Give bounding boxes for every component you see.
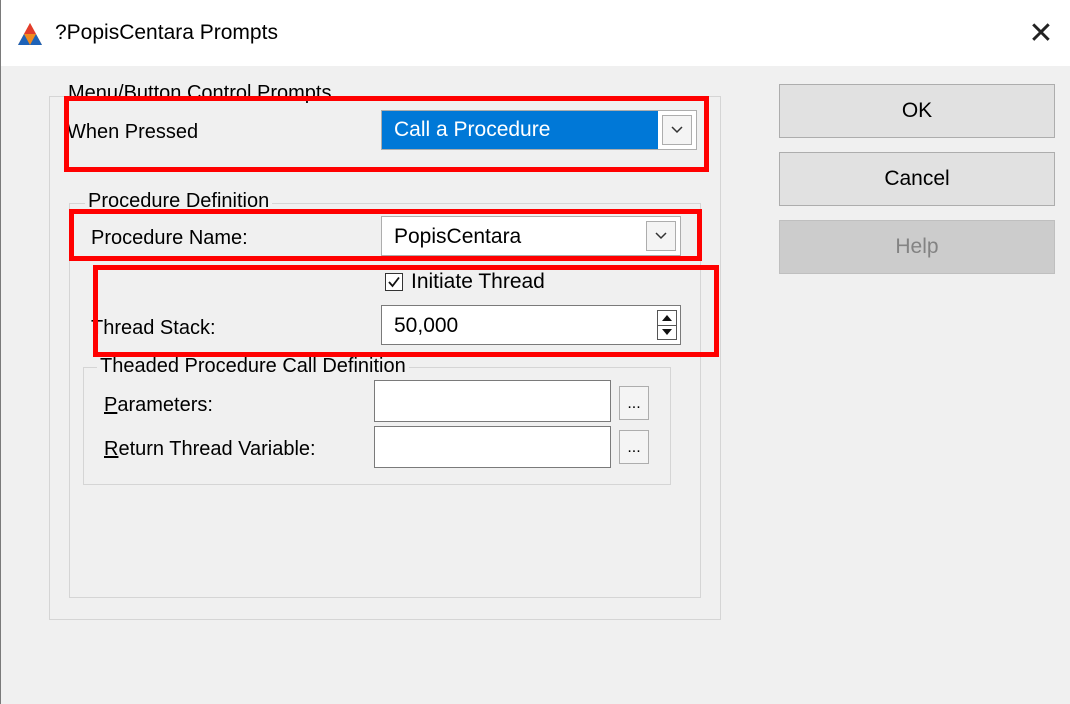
parameters-label: Parameters: <box>104 393 213 417</box>
ok-button-label: OK <box>901 99 933 122</box>
chevron-down-icon[interactable] <box>662 115 692 145</box>
procedure-name-dropdown[interactable]: PopisCentara <box>381 216 681 256</box>
close-icon: ✕ <box>1028 16 1054 50</box>
when-pressed-value: Call a Procedure <box>382 111 658 149</box>
cancel-button-label: Cancel <box>884 167 950 190</box>
procedure-definition-legend: Procedure Definition <box>85 191 273 211</box>
checkmark-icon[interactable] <box>385 273 403 291</box>
help-button[interactable]: Help <box>779 220 1055 274</box>
title-bar: ?PopisCentara Prompts ✕ <box>1 0 1070 66</box>
parameters-browse-button[interactable]: ... <box>619 386 649 420</box>
return-thread-variable-label: Return Thread Variable: <box>104 437 316 461</box>
thread-stack-label: Thread Stack: <box>91 317 216 339</box>
spin-up-icon[interactable] <box>658 311 676 326</box>
when-pressed-dropdown[interactable]: Call a Procedure <box>381 110 697 150</box>
initiate-thread-checkbox[interactable]: Initiate Thread <box>385 270 545 294</box>
menu-button-group-legend: Menu/Button Control Prompts <box>65 83 335 103</box>
initiate-thread-label: Initiate Thread <box>411 270 545 293</box>
ok-button[interactable]: OK <box>779 84 1055 138</box>
parameters-mnemonic: P <box>104 394 118 416</box>
parameters-label-rest: arameters: <box>117 394 213 416</box>
when-pressed-label: When Pressed <box>67 121 199 143</box>
window-title: ?PopisCentara Prompts <box>55 21 278 44</box>
app-triangle-icon <box>18 23 42 45</box>
thread-stack-spinner[interactable]: 50,000 <box>381 305 681 345</box>
help-button-label: Help <box>895 235 939 258</box>
return-thread-variable-input[interactable] <box>374 426 611 468</box>
threaded-call-legend: Theaded Procedure Call Definition <box>97 356 409 376</box>
ellipsis-icon: ... <box>627 395 641 412</box>
spinner-buttons[interactable] <box>657 310 677 340</box>
ellipsis-icon: ... <box>627 439 641 456</box>
close-button[interactable]: ✕ <box>1011 8 1070 58</box>
prompts-dialog: ?PopisCentara Prompts ✕ Menu/Button Cont… <box>0 0 1070 704</box>
chevron-down-icon[interactable] <box>646 221 676 251</box>
thread-stack-value: 50,000 <box>394 314 459 337</box>
return-label-rest: eturn Thread Variable: <box>118 438 316 460</box>
return-mnemonic: R <box>104 438 119 460</box>
cancel-button[interactable]: Cancel <box>779 152 1055 206</box>
spin-down-icon[interactable] <box>658 325 676 339</box>
return-browse-button[interactable]: ... <box>619 430 649 464</box>
procedure-name-value: PopisCentara <box>394 225 522 248</box>
parameters-input[interactable] <box>374 380 611 422</box>
procedure-name-label: Procedure Name: <box>91 227 248 249</box>
